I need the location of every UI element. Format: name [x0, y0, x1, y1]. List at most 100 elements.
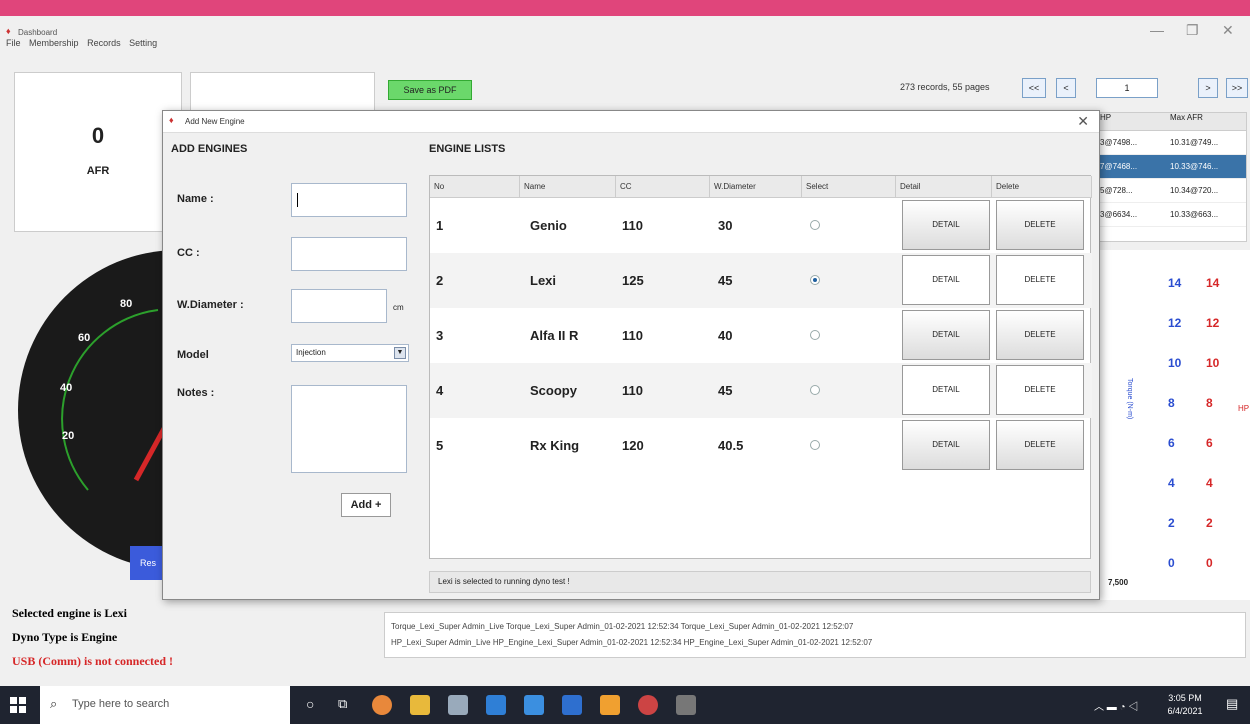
column-header-delete[interactable]: Delete	[992, 176, 1092, 198]
pager-next-button[interactable]: >	[1198, 78, 1218, 98]
engine-cc: 110	[622, 328, 643, 343]
engine-row[interactable]: 4 Scoopy 110 45 DETAIL DELETE	[430, 363, 1092, 418]
menu-records[interactable]: Records	[87, 38, 121, 48]
dyno-chart	[1095, 250, 1250, 600]
chevron-down-icon[interactable]: ▼	[394, 347, 406, 359]
chart-legend: Torque_Lexi_Super Admin_Live Torque_Lexi…	[384, 612, 1246, 658]
reset-button[interactable]: Res	[130, 546, 166, 580]
delete-button[interactable]: DELETE	[996, 200, 1084, 250]
tool-icon[interactable]	[676, 695, 696, 715]
afr-value: 0	[91, 123, 105, 148]
delete-button[interactable]: DELETE	[996, 365, 1084, 415]
table-row[interactable]: 3@7498... 10.31@749...	[1096, 131, 1246, 155]
menu-file[interactable]: File	[6, 38, 21, 48]
detail-button[interactable]: DETAIL	[902, 255, 990, 305]
mail-icon[interactable]	[486, 695, 506, 715]
engine-row[interactable]: 1 Genio 110 30 DETAIL DELETE	[430, 198, 1092, 253]
cortana-icon[interactable]: ○	[306, 696, 314, 712]
engine-name: Rx King	[530, 438, 580, 453]
pager-last-button[interactable]: >>	[1226, 78, 1248, 98]
windows-start-icon[interactable]	[10, 697, 26, 713]
engine-name: Genio	[530, 218, 567, 233]
table-row[interactable]: 5@728... 10.34@720...	[1096, 179, 1246, 203]
taskbar-clock[interactable]: 3:05 PM 6/4/2021	[1160, 692, 1210, 718]
table-cell: 10.33@663...	[1170, 210, 1219, 219]
engine-select-radio[interactable]	[810, 440, 820, 450]
cc-input[interactable]	[291, 237, 407, 271]
wdiameter-input[interactable]	[291, 289, 387, 323]
engine-cc: 125	[622, 273, 644, 288]
word-icon[interactable]	[562, 695, 582, 715]
engine-row[interactable]: 5 Rx King 120 40.5 DETAIL DELETE	[430, 418, 1092, 473]
column-header-wdiameter[interactable]: W.Diameter	[710, 176, 802, 198]
table-row-selected[interactable]: 7@7468... 10.33@746...	[1096, 155, 1246, 179]
column-header[interactable]: Max AFR	[1166, 113, 1242, 130]
chart-left-tick: 0	[1168, 556, 1175, 570]
chrome-icon[interactable]	[372, 695, 392, 715]
engine-no: 5	[436, 438, 444, 453]
column-header-detail[interactable]: Detail	[896, 176, 992, 198]
delete-button[interactable]: DELETE	[996, 420, 1084, 470]
add-engine-dialog: ♦ Add New Engine ✕ ADD ENGINES ENGINE LI…	[162, 110, 1100, 600]
engine-row[interactable]: 3 Alfa II R 110 40 DETAIL DELETE	[430, 308, 1092, 363]
records-table-header: HP Max AFR	[1096, 113, 1246, 131]
column-header-no[interactable]: No	[430, 176, 520, 198]
add-engine-button[interactable]: Add +	[341, 493, 391, 517]
minimize-icon[interactable]: —	[1150, 22, 1164, 38]
file-explorer-icon[interactable]	[410, 695, 430, 715]
engine-select-radio[interactable]	[810, 220, 820, 230]
task-view-icon[interactable]: ⧉	[338, 696, 347, 712]
save-pdf-button[interactable]: Save as PDF	[388, 80, 472, 100]
gauge-tick: 80	[120, 298, 133, 310]
dyno-app-icon[interactable]	[638, 695, 658, 715]
close-icon[interactable]: ✕	[1222, 22, 1234, 39]
model-select[interactable]: Injection ▼	[291, 344, 409, 362]
store-icon[interactable]	[448, 695, 468, 715]
menu-setting[interactable]: Setting	[129, 38, 157, 48]
column-header-name[interactable]: Name	[520, 176, 616, 198]
detail-button[interactable]: DETAIL	[902, 200, 990, 250]
gauge-tick: 40	[60, 382, 73, 394]
detail-button[interactable]: DETAIL	[902, 310, 990, 360]
maximize-icon[interactable]: ❐	[1186, 22, 1199, 39]
notes-textarea[interactable]	[291, 385, 407, 473]
dialog-title: Add New Engine	[185, 117, 245, 126]
table-row[interactable]: 3@6634... 10.33@663...	[1096, 203, 1246, 227]
dialog-titlebar: ♦ Add New Engine ✕	[163, 111, 1099, 133]
column-header[interactable]: HP	[1096, 113, 1166, 130]
engine-select-radio[interactable]	[810, 275, 820, 285]
model-select-value: Injection	[296, 348, 326, 357]
engine-row[interactable]: 2 Lexi 125 45 DETAIL DELETE	[430, 253, 1092, 308]
dialog-close-icon[interactable]: ✕	[1077, 113, 1089, 130]
chart-left-tick: 6	[1168, 436, 1175, 450]
chart-left-tick: 14	[1168, 276, 1182, 290]
detail-button[interactable]: DETAIL	[902, 365, 990, 415]
name-input[interactable]	[291, 183, 407, 217]
table-cell: 3@6634...	[1100, 210, 1138, 219]
table-cell: 10.34@720...	[1170, 186, 1219, 195]
page-number-input[interactable]: 1	[1096, 78, 1158, 98]
tray-chevron-icon[interactable]: ︿ ▬ ◔ ◁	[1094, 698, 1138, 713]
column-header-cc[interactable]: CC	[616, 176, 710, 198]
engine-no: 1	[436, 218, 444, 233]
app-java-icon[interactable]	[600, 695, 620, 715]
delete-button[interactable]: DELETE	[996, 255, 1084, 305]
clock-time: 3:05 PM	[1168, 693, 1202, 703]
detail-button[interactable]: DETAIL	[902, 420, 990, 470]
delete-button[interactable]: DELETE	[996, 310, 1084, 360]
engine-select-radio[interactable]	[810, 385, 820, 395]
shield-icon[interactable]	[524, 695, 544, 715]
table-cell: 10.33@746...	[1170, 162, 1219, 171]
pager-first-button[interactable]: <<	[1022, 78, 1046, 98]
search-icon: ⌕	[50, 696, 58, 711]
chart-left-tick: 12	[1168, 316, 1182, 330]
engine-lists-heading: ENGINE LISTS	[429, 143, 506, 155]
menu-bar: File Membership Records Setting	[6, 38, 163, 48]
pager-prev-button[interactable]: <	[1056, 78, 1076, 98]
afr-label: AFR	[86, 165, 110, 177]
taskbar-search[interactable]: ⌕ Type here to search	[40, 686, 290, 724]
engine-select-radio[interactable]	[810, 330, 820, 340]
column-header-select[interactable]: Select	[802, 176, 896, 198]
notification-icon[interactable]: ▤	[1226, 696, 1238, 712]
menu-membership[interactable]: Membership	[29, 38, 79, 48]
